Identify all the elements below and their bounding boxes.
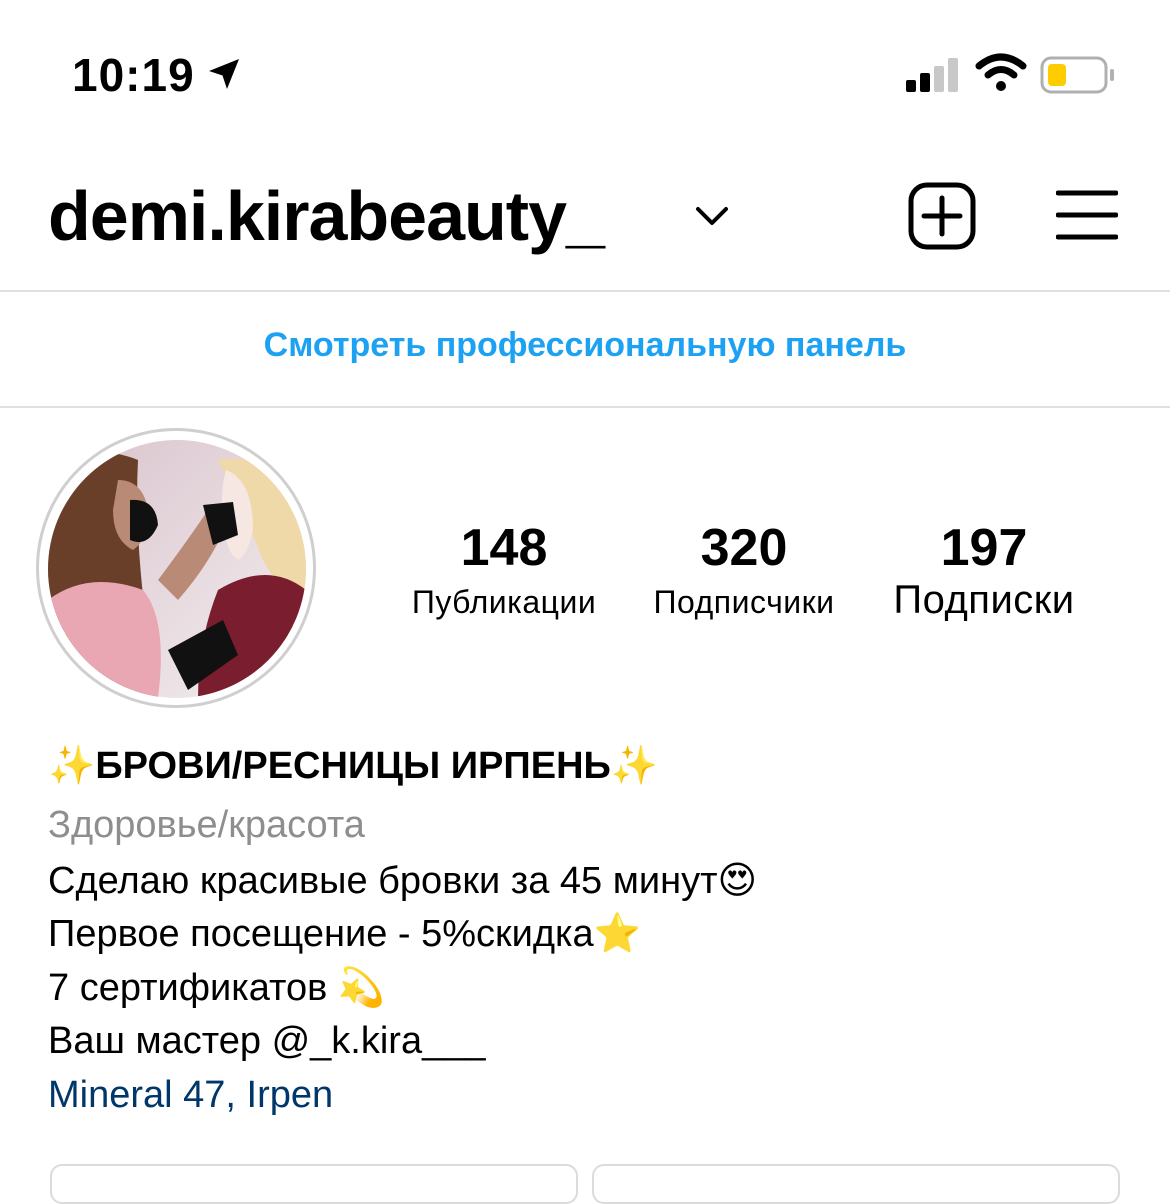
location-arrow-icon <box>209 59 239 89</box>
posts-count: 148 <box>460 519 548 577</box>
cellular-signal-icon <box>906 58 958 92</box>
bio-display-name: ✨БРОВИ/РЕСНИЦЫ ИРПЕНЬ✨ <box>48 745 659 787</box>
following-count: 197 <box>940 519 1028 577</box>
wifi-icon <box>975 53 1027 91</box>
bio-line: Сделаю красивые бровки за 45 минут😍 <box>48 860 758 902</box>
stat-followers[interactable]: 320 Подписчики <box>624 518 864 621</box>
bio-location-link[interactable]: Mineral 47, Irpen <box>48 1074 333 1117</box>
chevron-down-icon[interactable] <box>694 202 730 230</box>
header-divider <box>0 290 1170 292</box>
status-time: 10:19 <box>72 49 195 101</box>
profile-username[interactable]: demi.kirabeauty_ <box>48 176 605 256</box>
stat-posts[interactable]: 148 Публикации <box>384 518 624 621</box>
bio-mention-line[interactable]: Ваш мастер @_k.kira___ <box>48 1020 485 1063</box>
plus-square-icon[interactable] <box>908 182 976 250</box>
posts-label: Публикации <box>411 584 597 620</box>
stat-following[interactable]: 197 Подписки <box>864 518 1104 623</box>
avatar[interactable] <box>48 440 306 698</box>
dashboard-divider <box>0 406 1170 408</box>
bio-line: Первое посещение - 5%скидка⭐️ <box>48 913 641 955</box>
professional-dashboard-link[interactable]: Смотреть профессиональную панель <box>0 326 1170 365</box>
bio-category: Здоровье/красота <box>48 804 365 846</box>
battery-icon <box>1040 56 1114 94</box>
edit-profile-button[interactable] <box>50 1164 578 1204</box>
promotions-button[interactable] <box>592 1164 1120 1204</box>
followers-label: Подписчики <box>653 584 835 620</box>
following-label: Подписки <box>893 578 1075 622</box>
hamburger-menu-icon[interactable] <box>1056 190 1118 240</box>
followers-count: 320 <box>700 519 788 577</box>
bio-line: 7 сертификатов 💫 <box>48 967 386 1009</box>
